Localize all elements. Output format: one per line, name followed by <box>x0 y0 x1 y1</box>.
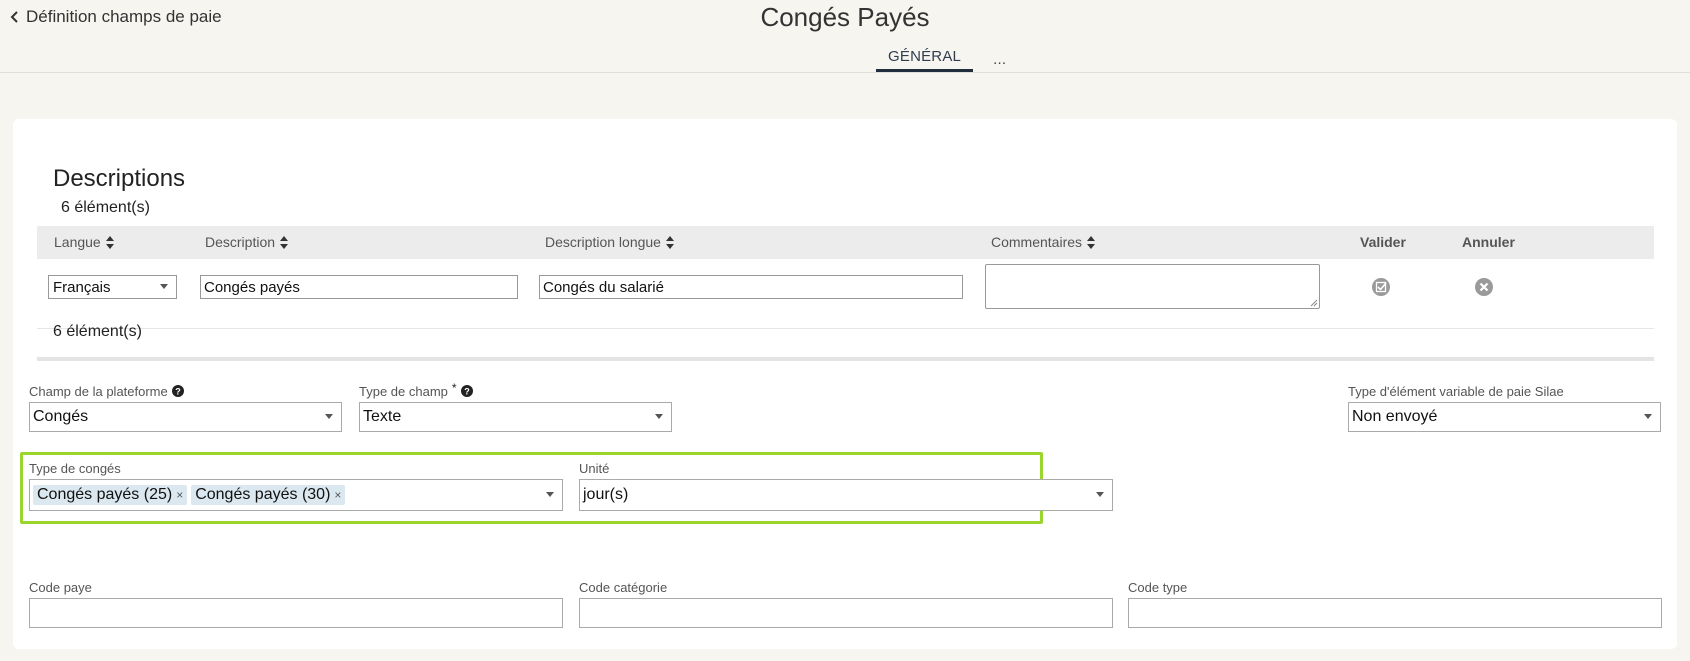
champ-plateforme-select[interactable]: Congés <box>29 402 342 432</box>
description-longue-value: Congés du salarié <box>543 278 664 296</box>
description-value: Congés payés <box>204 278 300 296</box>
descriptions-table-header: Langue Description Description longue Co… <box>37 226 1654 259</box>
code-type-label-text: Code type <box>1128 580 1188 595</box>
column-header-description[interactable]: Description <box>205 234 289 250</box>
column-label: Description <box>205 234 276 250</box>
column-label: Commentaires <box>991 234 1083 250</box>
sort-icon <box>105 235 114 249</box>
page-title: Congés Payés <box>760 2 930 32</box>
code-categorie-label: Code catégorie <box>579 580 667 595</box>
description-longue-input[interactable]: Congés du salarié <box>539 275 963 299</box>
type-conges-label: Type de congés <box>29 461 121 476</box>
check-square-icon[interactable] <box>1371 277 1391 297</box>
chevron-down-icon <box>655 414 663 419</box>
champ-plateforme-value: Congés <box>33 408 89 425</box>
descriptions-count-top: 6 élément(s) <box>61 199 150 216</box>
type-conges-multiselect[interactable]: Congés payés (25) × Congés payés (30) × <box>29 479 563 511</box>
chip-remove-icon[interactable]: × <box>176 489 183 501</box>
chevron-down-icon <box>1096 492 1104 497</box>
required-mark: * <box>451 381 457 395</box>
chip-label: Congés payés (25) <box>37 486 173 503</box>
resize-grip-icon[interactable] <box>1310 299 1318 307</box>
type-champ-select[interactable]: Texte <box>359 402 672 432</box>
champ-plateforme-label-text: Champ de la plateforme <box>29 384 168 399</box>
table-row: Français Congés payés Congés du salarié <box>37 259 1654 329</box>
code-type-input[interactable] <box>1128 598 1662 628</box>
tab-more[interactable]: ... <box>991 51 1008 72</box>
code-categorie-label-text: Code catégorie <box>579 580 668 595</box>
code-categorie-input[interactable] <box>579 598 1113 628</box>
code-paye-input[interactable] <box>29 598 563 628</box>
descriptions-count-bottom: 6 élément(s) <box>53 323 142 340</box>
close-circle-icon[interactable] <box>1474 277 1494 297</box>
chip: Congés payés (25) × <box>33 485 188 505</box>
code-type-label: Code type <box>1128 580 1187 595</box>
type-champ-label-text: Type de champ <box>359 384 448 399</box>
chip-label: Congés payés (30) <box>195 486 331 503</box>
type-champ-label: Type de champ * ? <box>359 381 473 399</box>
svg-text:?: ? <box>464 386 470 396</box>
column-header-description-longue[interactable]: Description longue <box>545 234 674 250</box>
unite-value: jour(s) <box>583 486 629 503</box>
column-header-valider: Valider <box>1360 234 1406 250</box>
chip: Congés payés (30) × <box>191 485 346 505</box>
code-paye-label: Code paye <box>29 580 92 595</box>
column-header-langue[interactable]: Langue <box>54 234 114 250</box>
unite-select[interactable]: jour(s) <box>579 479 1113 511</box>
langue-value: Français <box>53 278 111 296</box>
champ-plateforme-label: Champ de la plateforme ? <box>29 384 184 399</box>
column-label: Langue <box>54 234 101 250</box>
tab-general[interactable]: GÉNÉRAL <box>876 48 974 72</box>
chip-remove-icon[interactable]: × <box>334 489 341 501</box>
help-circle-icon[interactable]: ? <box>171 385 184 397</box>
sort-icon <box>280 235 289 249</box>
type-element-silae-value: Non envoyé <box>1352 408 1438 425</box>
type-element-silae-label-text: Type d'élément variable de paie Silae <box>1348 384 1564 399</box>
chevron-down-icon <box>1644 414 1652 419</box>
langue-select[interactable]: Français <box>48 275 177 299</box>
sort-icon <box>1087 235 1096 249</box>
svg-text:?: ? <box>175 386 181 396</box>
chevron-down-icon <box>325 414 333 419</box>
column-label: Description longue <box>545 234 661 250</box>
column-header-commentaires[interactable]: Commentaires <box>991 234 1096 250</box>
form-card: Descriptions 6 élément(s) Langue Descrip… <box>13 119 1677 649</box>
unite-label: Unité <box>579 461 609 476</box>
code-paye-label-text: Code paye <box>29 580 92 595</box>
type-element-silae-select[interactable]: Non envoyé <box>1348 402 1661 432</box>
section-divider <box>37 357 1654 361</box>
type-element-silae-label: Type d'élément variable de paie Silae <box>1348 384 1564 399</box>
sort-icon <box>665 235 674 249</box>
descriptions-title: Descriptions <box>53 165 186 192</box>
description-input[interactable]: Congés payés <box>200 275 518 299</box>
tab-bar: GÉNÉRAL ... <box>876 48 1008 72</box>
chevron-down-icon <box>160 284 168 289</box>
type-conges-label-text: Type de congés <box>29 461 121 476</box>
chevron-down-icon <box>546 492 554 497</box>
help-circle-icon[interactable]: ? <box>460 385 473 397</box>
header-divider <box>0 72 1690 73</box>
type-champ-value: Texte <box>363 408 402 425</box>
commentaires-textarea[interactable] <box>985 264 1320 309</box>
column-header-annuler: Annuler <box>1462 234 1515 250</box>
unite-label-text: Unité <box>579 461 610 476</box>
